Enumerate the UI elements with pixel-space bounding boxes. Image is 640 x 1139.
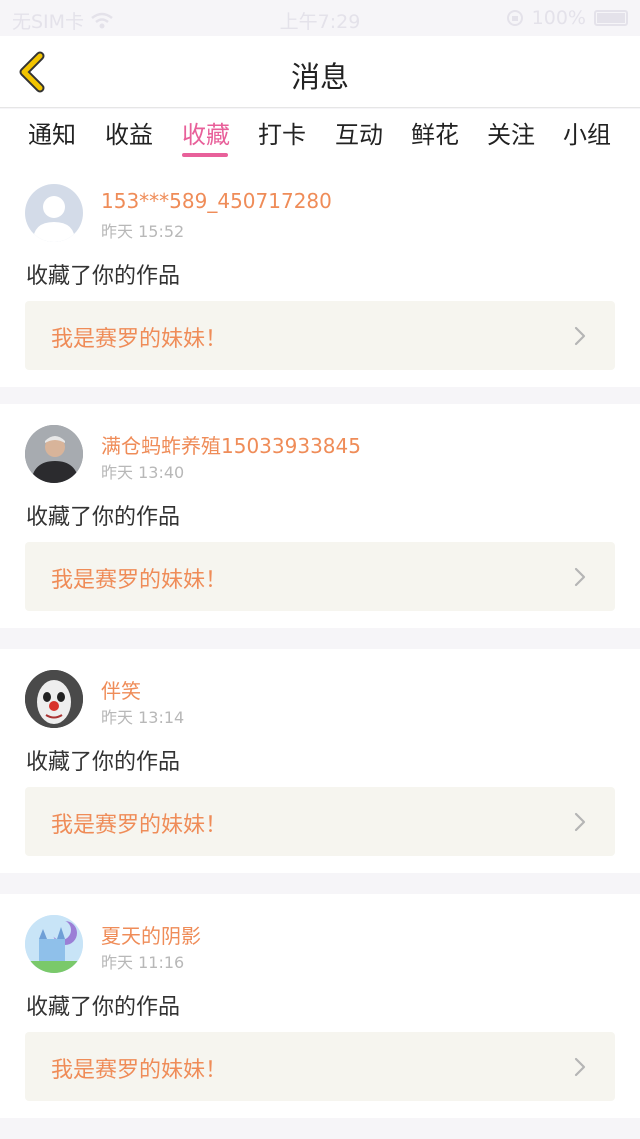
avatar[interactable] bbox=[25, 184, 83, 242]
username[interactable]: 满仓蚂蚱养殖15033933845 bbox=[101, 430, 361, 459]
notification-card: 伴笑 昨天 13:14 收藏了你的作品 我是赛罗的妹妹！ bbox=[0, 649, 640, 873]
tab-label: 收藏 bbox=[182, 121, 230, 149]
work-title: 我是赛罗的妹妹！ bbox=[51, 1058, 228, 1083]
username[interactable]: 153***589_450717280 bbox=[101, 189, 332, 213]
tab-earnings[interactable]: 收益 bbox=[99, 115, 159, 150]
action-text: 收藏了你的作品 bbox=[26, 995, 181, 1020]
work-title: 我是赛罗的妹妹！ bbox=[51, 568, 228, 593]
action-text: 收藏了你的作品 bbox=[26, 750, 181, 775]
default-avatar-icon bbox=[33, 196, 75, 242]
notification-card: 满仓蚂蚱养殖15033933845 昨天 13:40 收藏了你的作品 我是赛罗的… bbox=[0, 404, 640, 628]
username[interactable]: 夏天的阴影 bbox=[101, 920, 201, 949]
chevron-right-icon bbox=[574, 567, 586, 587]
timestamp: 昨天 11:16 bbox=[101, 953, 185, 972]
tab-checkin[interactable]: 打卡 bbox=[252, 115, 312, 150]
avatar[interactable] bbox=[25, 425, 83, 483]
chevron-right-icon bbox=[574, 326, 586, 346]
rotation-lock-icon bbox=[506, 10, 523, 26]
battery-percent: 100% bbox=[531, 7, 586, 29]
tab-label: 鲜花 bbox=[411, 121, 459, 149]
work-title: 我是赛罗的妹妹！ bbox=[51, 327, 228, 352]
tab-bar: 通知 收益 收藏 打卡 互动 鲜花 关注 小组 bbox=[0, 109, 640, 163]
tab-groups[interactable]: 小组 bbox=[557, 115, 617, 150]
tab-flowers[interactable]: 鲜花 bbox=[405, 115, 465, 150]
clown-face-icon bbox=[25, 670, 83, 728]
work-link[interactable]: 我是赛罗的妹妹！ bbox=[25, 1032, 615, 1101]
tab-label: 收益 bbox=[105, 121, 153, 149]
notification-card: 夏天的阴影 昨天 11:16 收藏了你的作品 我是赛罗的妹妹！ bbox=[0, 894, 640, 1118]
work-title: 我是赛罗的妹妹！ bbox=[51, 813, 228, 838]
battery-icon bbox=[594, 10, 628, 26]
work-link[interactable]: 我是赛罗的妹妹！ bbox=[25, 301, 615, 370]
tab-label: 通知 bbox=[28, 121, 76, 149]
chevron-right-icon bbox=[574, 812, 586, 832]
castle-icon bbox=[25, 915, 83, 973]
tab-label: 关注 bbox=[487, 121, 535, 149]
status-right: 100% bbox=[506, 7, 628, 29]
tab-label: 打卡 bbox=[258, 121, 306, 149]
page-title: 消息 bbox=[290, 60, 349, 94]
username[interactable]: 伴笑 bbox=[101, 675, 141, 704]
tab-label: 互动 bbox=[335, 121, 383, 149]
tab-notifications[interactable]: 通知 bbox=[22, 115, 82, 150]
tab-interaction[interactable]: 互动 bbox=[329, 115, 389, 150]
chevron-right-icon bbox=[574, 1057, 586, 1077]
tab-favorites[interactable]: 收藏 bbox=[176, 115, 236, 157]
tab-follow[interactable]: 关注 bbox=[481, 115, 541, 150]
timestamp: 昨天 15:52 bbox=[101, 222, 185, 241]
timestamp: 昨天 13:40 bbox=[101, 463, 185, 482]
avatar[interactable] bbox=[25, 915, 83, 973]
work-link[interactable]: 我是赛罗的妹妹！ bbox=[25, 542, 615, 611]
avatar[interactable] bbox=[25, 670, 83, 728]
active-tab-indicator bbox=[182, 153, 228, 157]
tab-label: 小组 bbox=[563, 121, 611, 149]
status-bar: 无SIM卡 上午7:29 100% bbox=[0, 0, 640, 36]
navbar: 消息 bbox=[0, 36, 640, 108]
work-link[interactable]: 我是赛罗的妹妹！ bbox=[25, 787, 615, 856]
action-text: 收藏了你的作品 bbox=[26, 505, 181, 530]
man-photo-icon bbox=[25, 425, 83, 483]
action-text: 收藏了你的作品 bbox=[26, 264, 181, 289]
notification-card: 153***589_450717280 昨天 15:52 收藏了你的作品 我是赛… bbox=[0, 163, 640, 387]
timestamp: 昨天 13:14 bbox=[101, 708, 185, 727]
